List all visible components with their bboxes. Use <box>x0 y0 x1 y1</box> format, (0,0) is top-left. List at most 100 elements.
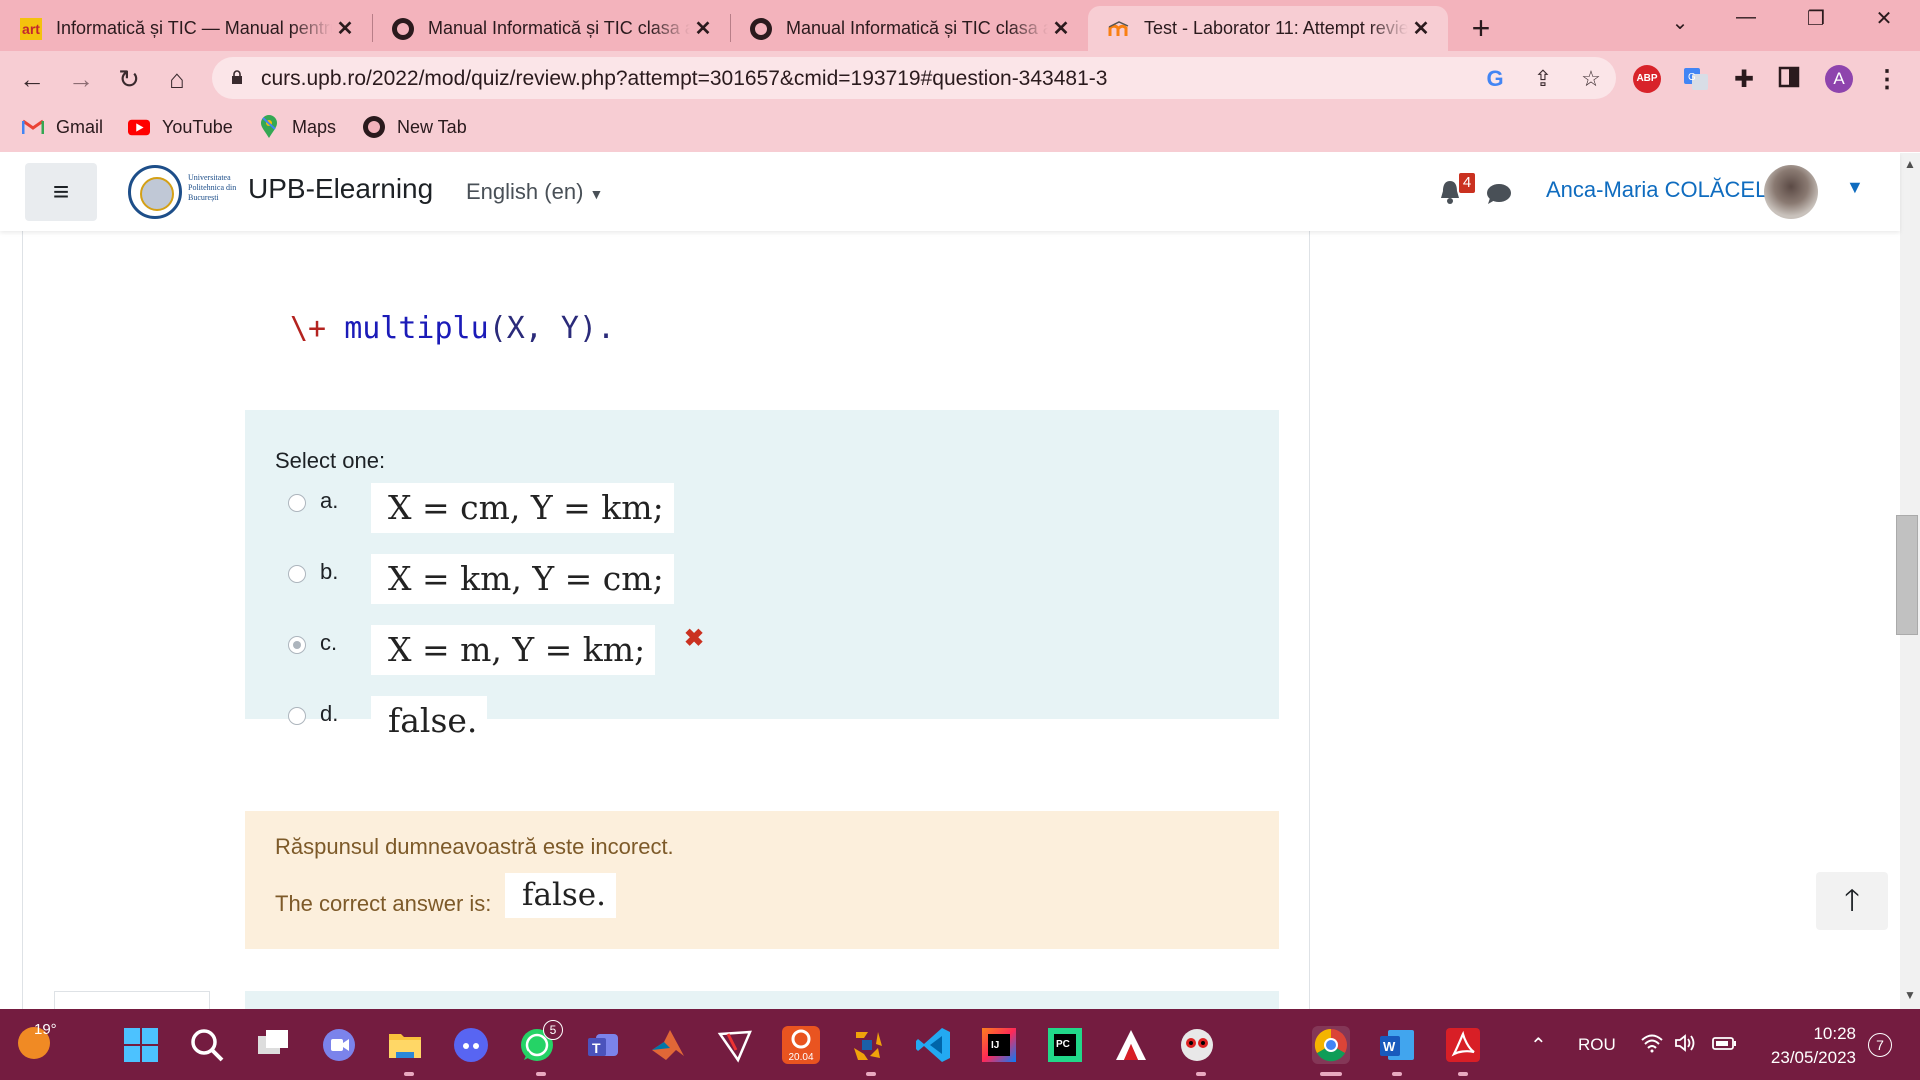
matlab-icon[interactable] <box>650 1026 688 1064</box>
option-letter: a. <box>320 488 339 513</box>
window-close-button[interactable]: ✕ <box>1864 6 1904 31</box>
tab-informatica-manual[interactable]: art Informatică și TIC — Manual pentru c… <box>0 6 372 51</box>
gmail-icon <box>22 116 44 138</box>
bookmark-youtube[interactable]: YouTube <box>128 116 233 138</box>
close-icon[interactable]: ✕ <box>1408 16 1434 41</box>
back-button[interactable]: ← <box>15 63 49 97</box>
address-bar[interactable]: curs.upb.ro/2022/mod/quiz/review.php?att… <box>212 57 1616 99</box>
bookmark-label: Maps <box>292 116 337 137</box>
running-indicator-active <box>1320 1072 1342 1076</box>
extensions-puzzle-icon[interactable]: ✚ <box>1730 65 1758 93</box>
tab-manual-2[interactable]: Manual Informatică și TIC clasa a ✕ <box>730 6 1088 51</box>
tab-manual-1[interactable]: Manual Informatică și TIC clasa a ✕ <box>372 6 730 51</box>
wifi-icon[interactable] <box>1640 1033 1664 1059</box>
pycharm-icon[interactable]: PC <box>1046 1026 1084 1064</box>
tab-test-laborator[interactable]: Test - Laborator 11: Attempt review ✕ <box>1088 6 1448 51</box>
word-icon[interactable]: W <box>1378 1026 1416 1064</box>
chevron-up-icon[interactable]: ⌃ <box>1530 1033 1547 1058</box>
volume-icon[interactable] <box>1674 1033 1698 1059</box>
option-text: X = km, Y = cm; <box>371 554 674 604</box>
radio-button-selected[interactable] <box>288 636 306 654</box>
intellij-icon[interactable]: IJ <box>980 1026 1018 1064</box>
scrollbar-thumb[interactable] <box>1896 515 1918 635</box>
file-explorer-icon[interactable] <box>386 1026 424 1064</box>
avatar[interactable] <box>1764 165 1818 219</box>
chrome-icon[interactable] <box>1312 1026 1350 1064</box>
new-tab-button[interactable]: + <box>1466 10 1496 47</box>
teams-icon[interactable]: T <box>584 1026 622 1064</box>
radio-button[interactable] <box>288 565 306 583</box>
clock-time: 10:28 <box>1813 1024 1856 1043</box>
svg-text:W: W <box>1383 1039 1396 1054</box>
windows-start-icon[interactable] <box>122 1026 160 1064</box>
bookmark-label: YouTube <box>162 116 233 137</box>
bookmark-star-icon[interactable]: ☆ <box>1578 66 1604 92</box>
tab-title: Test - Laborator 11: Attempt review <box>1144 18 1408 38</box>
system-clock[interactable]: 10:28 23/05/2023 <box>1760 1022 1856 1070</box>
vscode-icon[interactable] <box>914 1026 952 1064</box>
tab-title: Manual Informatică și TIC clasa a <box>428 18 690 38</box>
feedback-area <box>245 811 1279 949</box>
screenpresso-icon[interactable] <box>1178 1026 1216 1064</box>
option-letter: d. <box>320 701 339 726</box>
bookmark-gmail[interactable]: Gmail <box>22 116 103 138</box>
option-text: X = cm, Y = km; <box>371 483 674 533</box>
battery-icon[interactable] <box>1712 1033 1738 1059</box>
caret-down-icon[interactable]: ▼ <box>1846 177 1864 198</box>
running-indicator <box>1392 1072 1402 1076</box>
next-question-area <box>245 991 1279 1009</box>
globe-icon <box>392 17 414 40</box>
close-icon[interactable]: ✕ <box>332 16 358 41</box>
acrobat-distiller-icon[interactable] <box>1112 1026 1150 1064</box>
close-icon[interactable]: ✕ <box>1048 16 1074 41</box>
side-panel-icon[interactable] <box>1777 65 1805 93</box>
scroll-down-icon[interactable]: ▼ <box>1904 988 1916 1002</box>
bookmark-maps[interactable]: Maps <box>258 115 337 138</box>
share-icon[interactable]: ⇪ <box>1530 66 1556 92</box>
radio-button[interactable] <box>288 707 306 725</box>
tab-search-icon[interactable]: ⌄ <box>1660 10 1700 35</box>
running-indicator <box>1458 1072 1468 1076</box>
hamburger-menu-button[interactable]: ≡ <box>25 163 97 221</box>
virtualbox-icon[interactable] <box>848 1026 886 1064</box>
chat-icon[interactable] <box>1486 183 1512 205</box>
translate-icon[interactable]: G <box>1682 65 1710 93</box>
upb-logo[interactable] <box>128 165 182 219</box>
minimize-button[interactable]: — <box>1726 6 1766 29</box>
input-language[interactable]: ROU <box>1578 1035 1616 1055</box>
acrobat-reader-icon[interactable] <box>1444 1026 1482 1064</box>
restore-button[interactable]: ❐ <box>1796 6 1836 31</box>
ubuntu-icon[interactable]: 20.04 <box>782 1026 820 1064</box>
close-icon[interactable]: ✕ <box>690 16 716 41</box>
google-translate-g-icon[interactable]: G <box>1482 66 1508 92</box>
ubuntu-version: 20.04 <box>788 1052 814 1063</box>
reload-button[interactable]: ↻ <box>112 63 146 97</box>
notification-center-badge[interactable]: 7 <box>1868 1033 1892 1057</box>
bookmark-new-tab[interactable]: New Tab <box>363 116 467 138</box>
tab-strip: art Informatică și TIC — Manual pentru c… <box>0 0 1920 51</box>
scroll-up-icon[interactable]: ▲ <box>1904 157 1916 171</box>
content-border <box>1309 231 1310 1009</box>
site-name[interactable]: UPB-Elearning <box>248 173 433 205</box>
forward-button[interactable]: → <box>64 63 98 97</box>
teams-chat-icon[interactable] <box>320 1026 358 1064</box>
profile-avatar[interactable]: A <box>1825 65 1853 93</box>
user-name[interactable]: Anca-Maria COLĂCEL <box>1546 177 1767 203</box>
chrome-menu-icon[interactable]: ⋮ <box>1873 65 1901 93</box>
search-icon[interactable] <box>188 1026 226 1064</box>
home-button[interactable]: ⌂ <box>160 63 194 97</box>
globe-icon <box>750 17 772 40</box>
maps-icon <box>258 115 280 138</box>
visual-paradigm-icon[interactable] <box>716 1026 754 1064</box>
adblock-icon[interactable]: ABP <box>1633 65 1661 93</box>
running-indicator <box>536 1072 546 1076</box>
back-to-top-button[interactable]: 🡑 <box>1816 872 1888 930</box>
notification-count-badge: 4 <box>1459 173 1475 193</box>
task-view-icon[interactable] <box>254 1026 292 1064</box>
language-menu[interactable]: English (en) ▼ <box>466 179 603 205</box>
youtube-icon <box>128 116 150 138</box>
discord-icon[interactable] <box>452 1026 490 1064</box>
radio-button[interactable] <box>288 494 306 512</box>
globe-icon <box>363 116 385 138</box>
temperature: 19° <box>34 1021 57 1038</box>
